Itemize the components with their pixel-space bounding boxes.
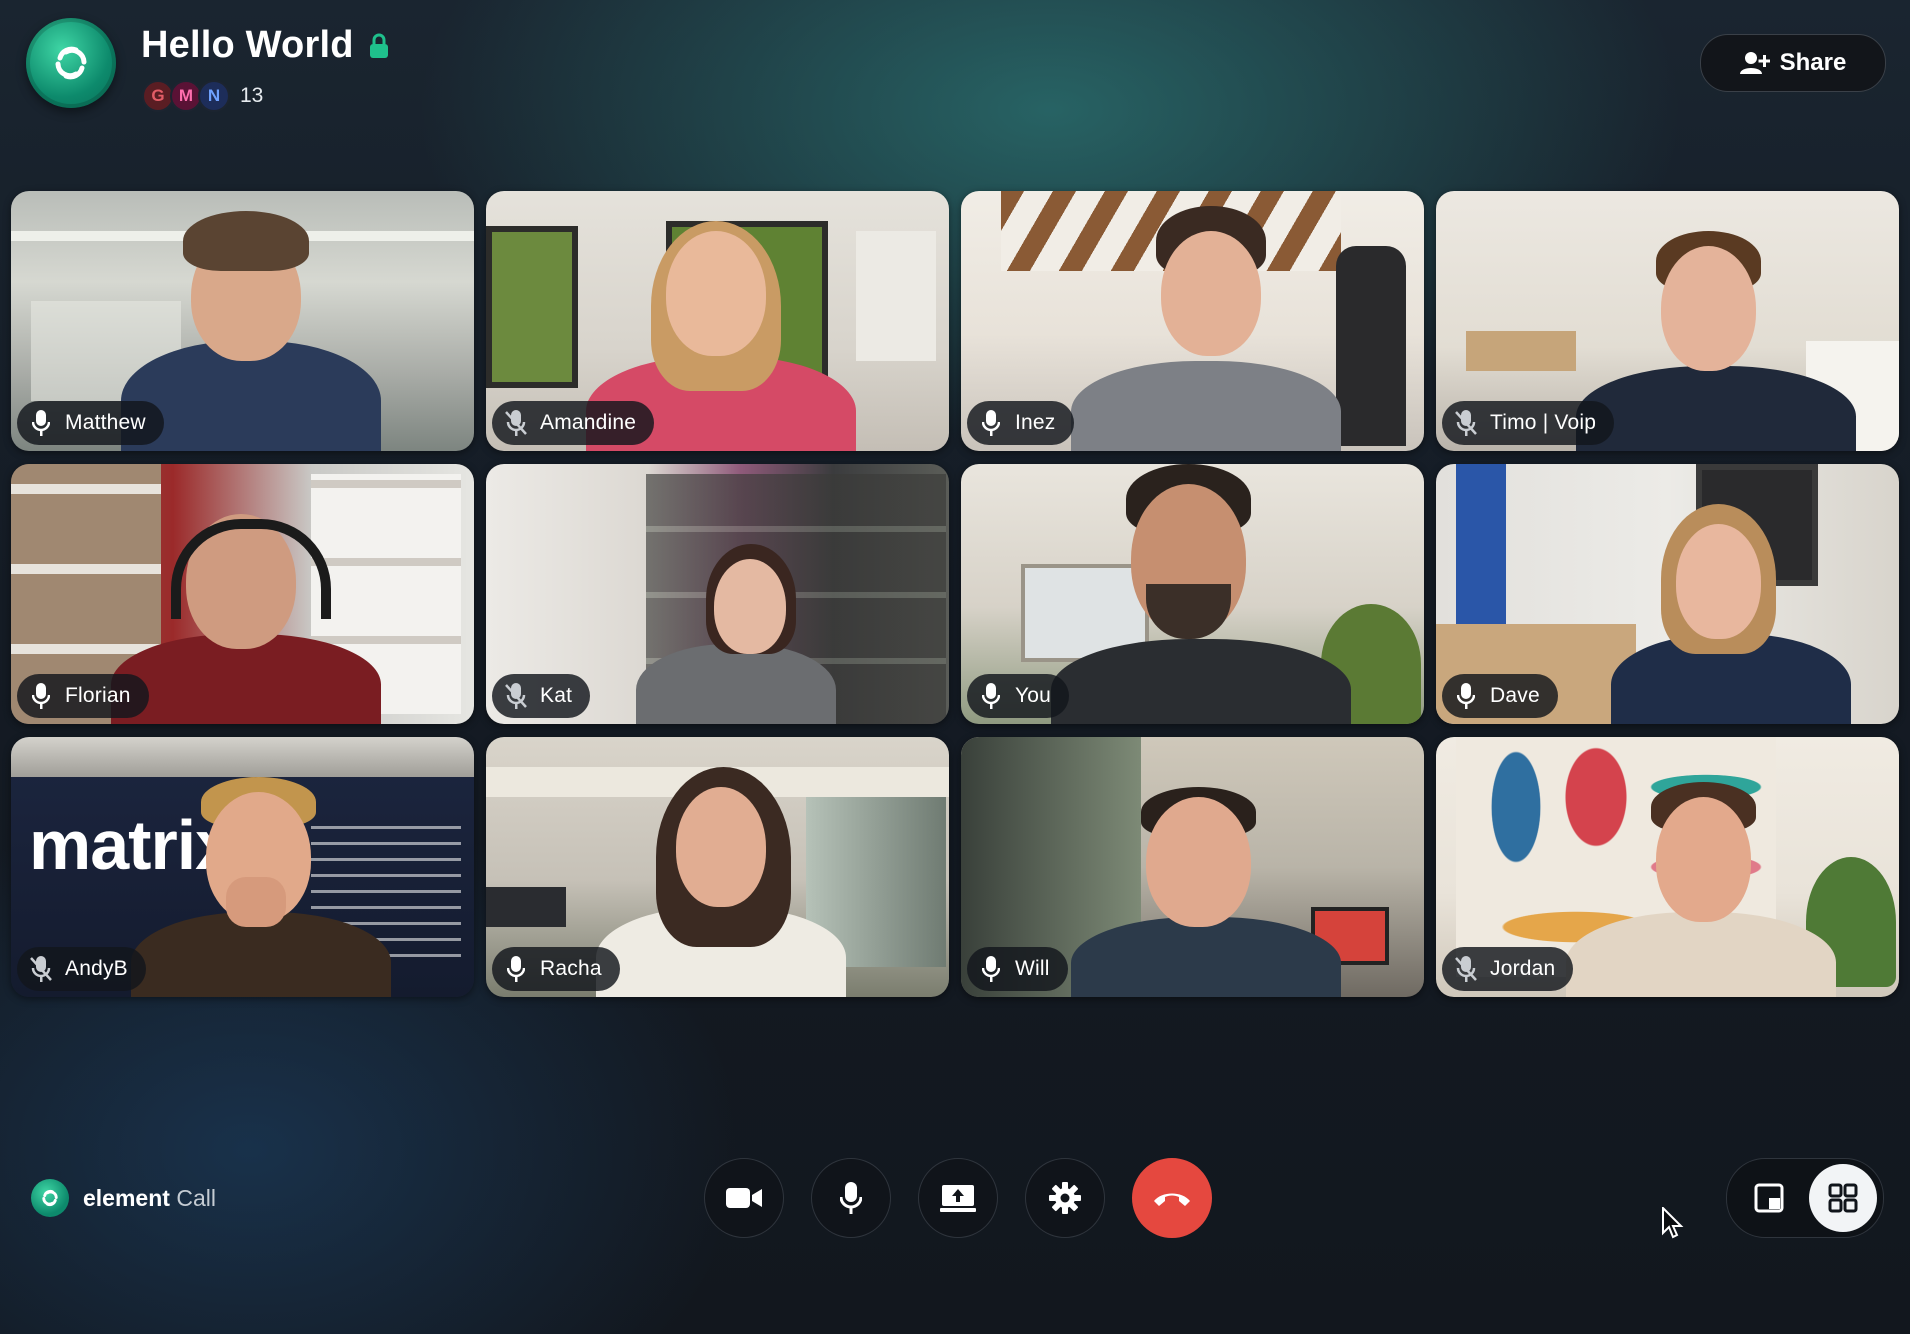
call-header: Hello World G M N 13 Share bbox=[26, 18, 1886, 118]
participant-name: Matthew bbox=[65, 411, 146, 434]
participant-tile-amandine[interactable]: Amandine bbox=[486, 191, 949, 451]
participant-tile-you[interactable]: You bbox=[961, 464, 1424, 724]
microphone-muted-icon bbox=[1454, 409, 1478, 437]
participant-nameplate: Kat bbox=[492, 674, 591, 718]
participant-tile-matthew[interactable]: Matthew bbox=[11, 191, 474, 451]
screen-share-icon bbox=[940, 1185, 976, 1212]
participant-nameplate: You bbox=[967, 674, 1070, 718]
member-avatar: N bbox=[198, 80, 230, 112]
participant-nameplate: Jordan bbox=[1442, 947, 1574, 991]
hang-up-button[interactable] bbox=[1132, 1158, 1212, 1238]
member-facepile[interactable]: G M N 13 bbox=[142, 80, 263, 112]
microphone-icon bbox=[979, 682, 1003, 710]
member-count: 13 bbox=[240, 84, 264, 107]
share-button-label: Share bbox=[1779, 49, 1847, 76]
microphone-muted-icon bbox=[29, 955, 53, 983]
spotlight-layout-button[interactable] bbox=[1735, 1164, 1803, 1232]
participant-nameplate: Will bbox=[967, 947, 1068, 991]
participant-tile-dave[interactable]: Dave bbox=[1436, 464, 1899, 724]
microphone-muted-icon bbox=[1454, 955, 1478, 983]
microphone-icon bbox=[29, 409, 53, 437]
hang-up-icon bbox=[1154, 1193, 1190, 1206]
microphone-icon bbox=[840, 1182, 862, 1214]
microphone-toggle-button[interactable] bbox=[811, 1158, 891, 1238]
participant-name: AndyB bbox=[65, 957, 128, 980]
layout-toggle bbox=[1726, 1158, 1884, 1238]
microphone-icon bbox=[1454, 682, 1478, 710]
participant-name: Amandine bbox=[540, 411, 637, 434]
participant-nameplate: Amandine bbox=[492, 401, 655, 445]
microphone-icon bbox=[979, 955, 1003, 983]
element-logo-icon bbox=[55, 46, 87, 80]
room-avatar[interactable] bbox=[26, 18, 116, 108]
screen-share-button[interactable] bbox=[918, 1158, 998, 1238]
participant-tile-jordan[interactable]: Jordan bbox=[1436, 737, 1899, 997]
participant-tile-racha[interactable]: Racha bbox=[486, 737, 949, 997]
participant-nameplate: Timo | Voip bbox=[1442, 401, 1615, 445]
brand-name: element bbox=[83, 1184, 170, 1211]
participant-name: You bbox=[1015, 684, 1052, 707]
participant-tile-timo[interactable]: Timo | Voip bbox=[1436, 191, 1899, 451]
room-title: Hello World bbox=[141, 24, 354, 66]
participant-tile-florian[interactable]: Florian bbox=[11, 464, 474, 724]
participant-nameplate: Matthew bbox=[17, 401, 164, 445]
grid-layout-button[interactable] bbox=[1809, 1164, 1877, 1232]
mouse-cursor-icon bbox=[1662, 1207, 1684, 1239]
participant-tile-will[interactable]: Will bbox=[961, 737, 1424, 997]
participant-name: Will bbox=[1015, 957, 1050, 980]
settings-gear-icon bbox=[1049, 1182, 1081, 1214]
call-controls bbox=[704, 1158, 1212, 1238]
settings-button[interactable] bbox=[1025, 1158, 1105, 1238]
lock-icon bbox=[369, 33, 388, 58]
microphone-icon bbox=[29, 682, 53, 710]
participant-name: Jordan bbox=[1490, 957, 1556, 980]
microphone-icon bbox=[979, 409, 1003, 437]
video-grid: Matthew Amandine Inez Timo | Voip Floria… bbox=[11, 191, 1899, 997]
participant-nameplate: Dave bbox=[1442, 674, 1558, 718]
participant-tile-inez[interactable]: Inez bbox=[961, 191, 1424, 451]
video-camera-icon bbox=[726, 1188, 762, 1208]
participant-nameplate: Florian bbox=[17, 674, 149, 718]
participant-name: Florian bbox=[65, 684, 131, 707]
microphone-muted-icon bbox=[504, 682, 528, 710]
participant-name: Dave bbox=[1490, 684, 1540, 707]
microphone-icon bbox=[504, 955, 528, 983]
microphone-muted-icon bbox=[504, 409, 528, 437]
brand-product: Call bbox=[176, 1184, 216, 1211]
participant-name: Racha bbox=[540, 957, 602, 980]
participant-nameplate: Racha bbox=[492, 947, 620, 991]
element-logo-icon bbox=[31, 1179, 69, 1217]
element-call-brand: element Call bbox=[31, 1179, 216, 1217]
share-button[interactable]: Share bbox=[1700, 34, 1886, 92]
video-toggle-button[interactable] bbox=[704, 1158, 784, 1238]
participant-name: Inez bbox=[1015, 411, 1056, 434]
participant-name: Timo | Voip bbox=[1490, 411, 1597, 434]
participant-tile-andyb[interactable]: matrix AndyB bbox=[11, 737, 474, 997]
add-person-icon bbox=[1739, 52, 1770, 74]
participant-tile-kat[interactable]: Kat bbox=[486, 464, 949, 724]
participant-nameplate: AndyB bbox=[17, 947, 146, 991]
participant-nameplate: Inez bbox=[967, 401, 1074, 445]
grid-layout-icon bbox=[1828, 1183, 1858, 1213]
participant-name: Kat bbox=[540, 684, 573, 707]
spotlight-layout-icon bbox=[1754, 1183, 1784, 1213]
